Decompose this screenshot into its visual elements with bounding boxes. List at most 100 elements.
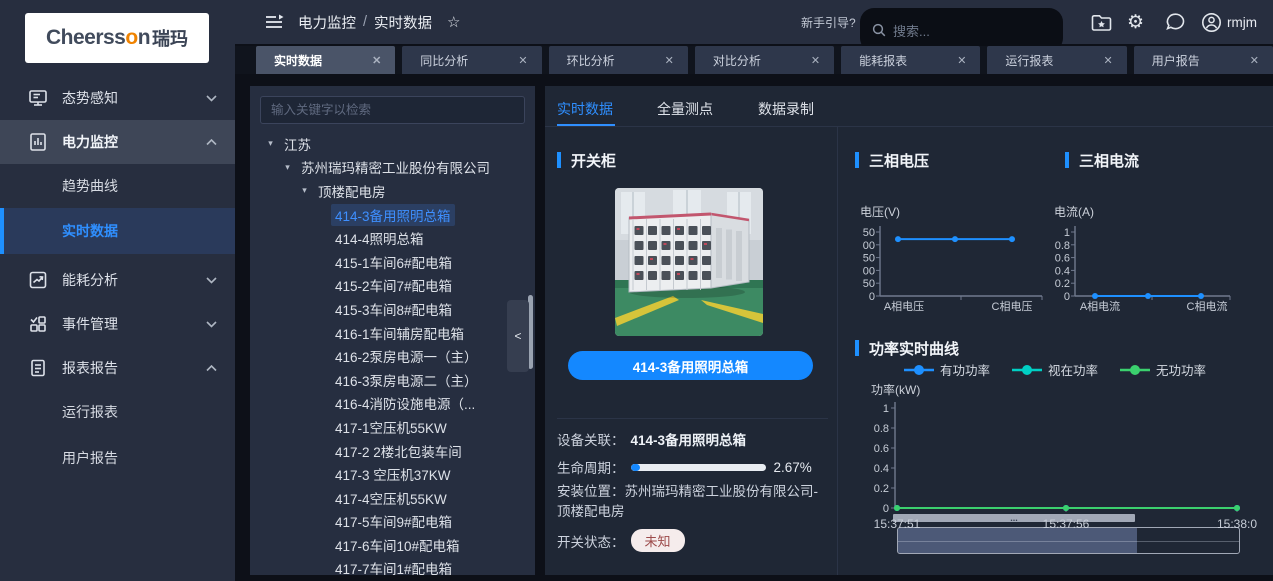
section-current: 三相电流 xyxy=(1065,150,1139,170)
datazoom-slider[interactable] xyxy=(897,527,1240,554)
tab-close-icon[interactable]: ✕ xyxy=(665,54,674,67)
legend-item[interactable]: 无功功率 xyxy=(1120,360,1206,379)
sidebar-item-power-monitoring[interactable]: 电力监控 xyxy=(0,120,235,164)
tree-node[interactable]: 417-6车间10#配电箱 xyxy=(250,533,535,557)
tree-collapse-handle[interactable]: < xyxy=(507,300,529,372)
section-marker xyxy=(557,152,561,168)
open-tab[interactable]: 用户报告✕ xyxy=(1134,46,1273,74)
tab-realtime-data[interactable]: 实时数据 xyxy=(557,95,613,123)
tree-caret-icon[interactable]: ▾ xyxy=(264,138,277,149)
tree-node[interactable]: 416-2泵房电源一（主） xyxy=(250,344,535,368)
tree-caret-icon[interactable]: ▾ xyxy=(281,162,294,173)
sidebar-item-situation[interactable]: 态势感知 xyxy=(0,76,235,120)
favorite-star-icon[interactable]: ☆ xyxy=(447,0,460,44)
legend-item[interactable]: 有功功率 xyxy=(904,360,990,379)
sidebar: Cheersson 瑞玛 态势感知 电力监控 趋势曲线 实时数据 能耗分析 事件… xyxy=(0,0,235,581)
folder-star-icon[interactable] xyxy=(1091,0,1112,44)
sidebar-item-realtime-data[interactable]: 实时数据 xyxy=(0,208,235,254)
legend-item[interactable]: 视在功率 xyxy=(1012,360,1098,379)
tab-close-icon[interactable]: ✕ xyxy=(811,54,820,67)
tab-data-record[interactable]: 数据录制 xyxy=(758,95,814,123)
legend-swatch-icon xyxy=(904,364,934,376)
tree-node-label: 417-1空压机55KW xyxy=(331,416,451,438)
chat-icon[interactable] xyxy=(1165,0,1186,44)
open-tab[interactable]: 同比分析✕ xyxy=(402,46,541,74)
tree-node[interactable]: ▾顶楼配电房 xyxy=(250,179,535,203)
topbar: 电力监控 / 实时数据 ☆ 新手引导? 搜索... ⚙ rmjm xyxy=(235,0,1273,44)
tab-close-icon[interactable]: ✕ xyxy=(518,54,527,67)
device-name-button[interactable]: 414-3备用照明总箱 xyxy=(568,351,813,380)
user-avatar-icon[interactable] xyxy=(1201,0,1222,44)
tree-node[interactable]: 417-5车间9#配电箱 xyxy=(250,510,535,534)
sidebar-item-reports[interactable]: 报表报告 xyxy=(0,346,235,390)
tree-node[interactable]: 415-2车间7#配电箱 xyxy=(250,274,535,298)
tree-node[interactable]: ▾江苏 xyxy=(250,132,535,156)
brand-logo[interactable]: Cheersson 瑞玛 xyxy=(25,13,209,63)
tree-node[interactable]: 417-1空压机55KW xyxy=(250,415,535,439)
sidebar-item-label: 电力监控 xyxy=(62,132,118,152)
open-tab[interactable]: 对比分析✕ xyxy=(695,46,834,74)
tree-caret-icon[interactable]: ▾ xyxy=(298,185,311,196)
svg-text:0.8: 0.8 xyxy=(1055,240,1070,252)
menu-fold-icon[interactable] xyxy=(265,0,285,44)
power-chart-legend: 有功功率 视在功率 无功功率 xyxy=(845,360,1265,379)
username-label[interactable]: rmjm xyxy=(1227,0,1257,44)
equipment-photo xyxy=(615,188,763,336)
svg-text:功率(kW): 功率(kW) xyxy=(871,382,920,397)
section-title: 功率实时曲线 xyxy=(869,338,959,359)
svg-text:0.2: 0.2 xyxy=(874,483,889,495)
sidebar-item-operation-report[interactable]: 运行报表 xyxy=(0,390,235,434)
tab-all-points[interactable]: 全量测点 xyxy=(657,95,713,123)
open-tab[interactable]: 能耗报表✕ xyxy=(841,46,980,74)
open-tab[interactable]: 环比分析 ✕ xyxy=(549,46,688,74)
legend-label: 有功功率 xyxy=(940,360,990,379)
tree-node[interactable]: 417-7车间1#配电箱 xyxy=(250,557,535,575)
open-tab[interactable]: 运行报表✕ xyxy=(987,46,1126,74)
tree-node[interactable]: 415-1车间6#配电箱 xyxy=(250,250,535,274)
svg-text:0: 0 xyxy=(869,291,875,303)
sidebar-item-energy-analysis[interactable]: 能耗分析 xyxy=(0,258,235,302)
svg-text:电流(A): 电流(A) xyxy=(1054,205,1094,219)
tree-node[interactable]: 415-3车间8#配电箱 xyxy=(250,297,535,321)
tree-search-input[interactable] xyxy=(261,97,524,123)
sidebar-sub-label: 趋势曲线 xyxy=(62,176,118,196)
tab-close-icon[interactable]: ✕ xyxy=(957,54,966,67)
tree-node[interactable]: 416-3泵房电源二（主） xyxy=(250,368,535,392)
breadcrumb-separator: / xyxy=(363,14,367,30)
open-tab[interactable]: 实时数据✕ xyxy=(256,46,395,74)
tab-close-icon[interactable]: ✕ xyxy=(372,54,381,67)
tree-node[interactable]: 416-4消防设施电源（... xyxy=(250,392,535,416)
beginner-guide-link[interactable]: 新手引导? xyxy=(801,0,856,44)
svg-text:C相电流: C相电流 xyxy=(1187,299,1228,313)
tree-node[interactable]: 414-4照明总箱 xyxy=(250,226,535,250)
tree-node[interactable]: 414-3备用照明总箱 xyxy=(250,203,535,227)
chevron-up-icon xyxy=(206,139,217,146)
sidebar-sub-label: 运行报表 xyxy=(62,402,118,422)
sidebar-item-event-management[interactable]: 事件管理 xyxy=(0,302,235,346)
brand-logo-cn: 瑞玛 xyxy=(152,25,188,51)
breadcrumb-module[interactable]: 电力监控 xyxy=(298,12,356,33)
tree-node[interactable]: 417-3 空压机37KW xyxy=(250,462,535,486)
sidebar-item-user-report[interactable]: 用户报告 xyxy=(0,436,235,480)
svg-text:1: 1 xyxy=(1064,227,1070,239)
legend-swatch-icon xyxy=(1120,364,1150,376)
tree-node[interactable]: 416-1车间辅房配电箱 xyxy=(250,321,535,345)
tree-node-label: 416-1车间辅房配电箱 xyxy=(331,322,468,344)
tree-node-label: 414-3备用照明总箱 xyxy=(331,204,455,226)
tree-node[interactable]: 417-4空压机55KW xyxy=(250,486,535,510)
section-marker xyxy=(855,340,859,356)
tree-node[interactable]: 417-2 2楼北包装车间 xyxy=(250,439,535,463)
svg-text:0.4: 0.4 xyxy=(1055,265,1070,277)
open-tab-label: 环比分析 xyxy=(567,52,615,69)
svg-text:00: 00 xyxy=(863,265,875,277)
breadcrumb-page[interactable]: 实时数据 xyxy=(374,12,432,33)
tab-close-icon[interactable]: ✕ xyxy=(1250,54,1259,67)
tree-node[interactable]: ▾苏州瑞玛精密工业股份有限公司 xyxy=(250,156,535,180)
tree-search-box[interactable] xyxy=(260,96,525,124)
sidebar-item-trend-curve[interactable]: 趋势曲线 xyxy=(0,164,235,208)
field-label: 生命周期： xyxy=(557,457,625,477)
tree-node-label: 江苏 xyxy=(280,133,315,155)
field-device-relation: 设备关联： 414-3备用照明总箱 xyxy=(557,429,746,449)
tab-close-icon[interactable]: ✕ xyxy=(1103,54,1112,67)
gear-icon[interactable]: ⚙ xyxy=(1127,0,1144,44)
